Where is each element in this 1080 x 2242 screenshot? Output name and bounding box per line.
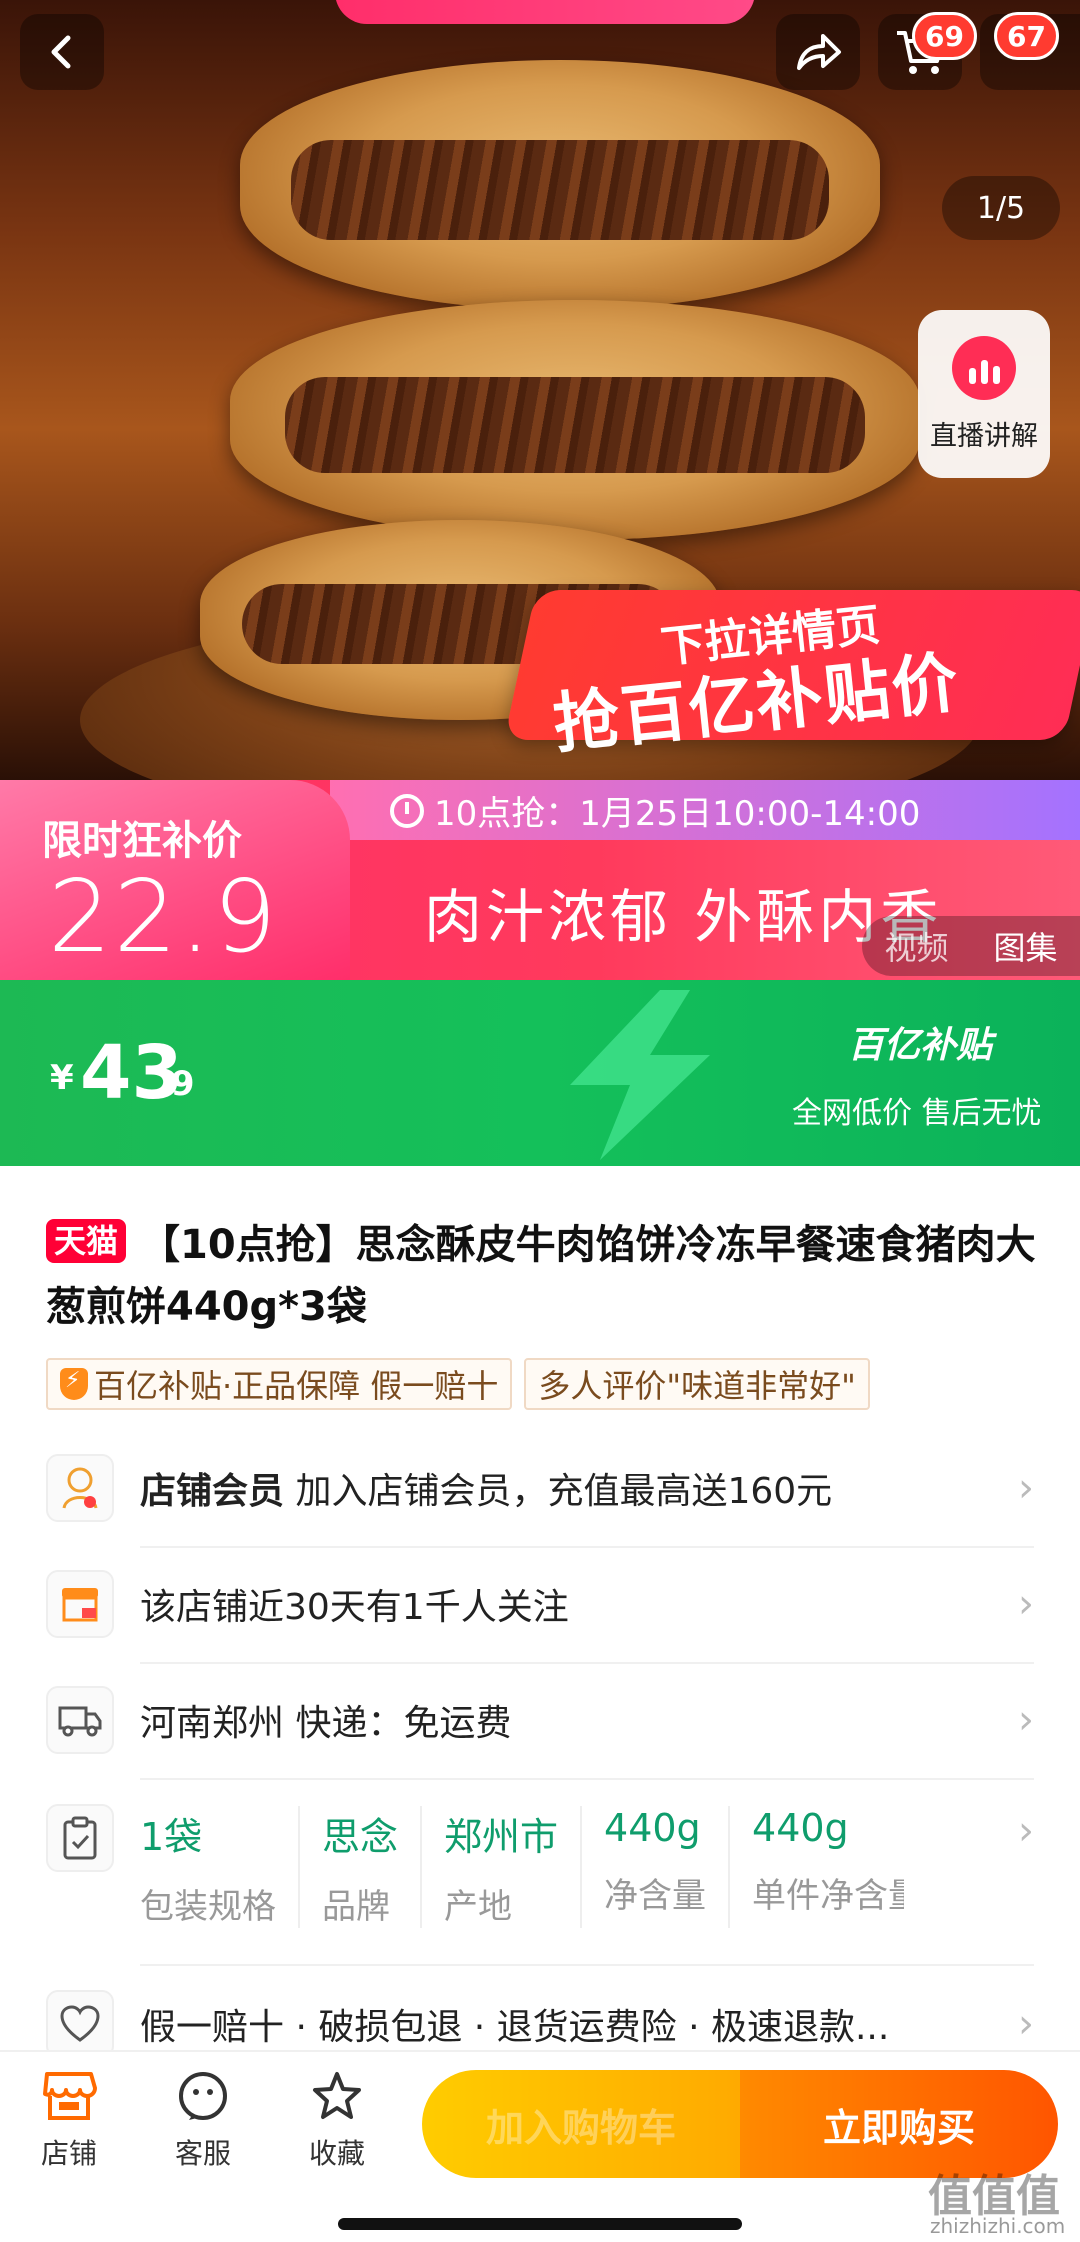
hero-top-banner <box>335 0 755 24</box>
message-count-badge: 67 <box>994 12 1059 60</box>
favorite-label: 收藏 <box>308 2137 365 2170</box>
live-bars-icon <box>952 335 1016 400</box>
shipping-row[interactable]: 河南郑州 快递：免运费 › <box>46 1686 1034 1754</box>
pie-middle <box>230 300 920 540</box>
share-button[interactable] <box>776 14 860 90</box>
lightning-bolt-icon <box>570 990 710 1160</box>
spec-key: 产地 <box>444 1887 513 1927</box>
subsidy-description: 全网低价 售后无忧 <box>792 1096 1042 1131</box>
spec-key: 单件净含量 <box>752 1876 904 1916</box>
spec-item: 郑州市 产地 <box>420 1806 580 1928</box>
product-title: 天猫 【10点抢】思念酥皮牛肉馅饼冷冻早餐速食猪肉大葱煎饼440g*3袋 <box>46 1214 1046 1338</box>
spec-key: 净含量 <box>604 1876 707 1916</box>
product-tags: 百亿补贴·正品保障 假一赔十 多人评价"味道非常好" <box>46 1358 870 1410</box>
promo-time-text: 10点抢：1月25日10:00-14:00 <box>434 794 921 834</box>
spec-value: 思念 <box>322 1815 399 1859</box>
spec-key: 品牌 <box>322 1887 390 1927</box>
clipboard-icon <box>46 1804 114 1872</box>
review-tag[interactable]: 多人评价"味道非常好" <box>524 1358 870 1410</box>
guarantee-text: 假一赔十 · 破损包退 · 退货运费险 · 极速退款... <box>140 2007 890 2048</box>
favorite-button[interactable]: 收藏 <box>282 2070 392 2172</box>
share-icon <box>797 34 841 70</box>
alarm-clock-icon <box>390 793 424 828</box>
membership-label: 店铺会员 <box>140 1471 285 1512</box>
watermark-url: zhizhizhi.com <box>930 2214 1066 2238</box>
currency-symbol: ¥ <box>50 1058 74 1098</box>
divider <box>140 1778 1034 1780</box>
spec-key: 包装规格 <box>140 1887 276 1927</box>
divider <box>140 1964 1034 1966</box>
spec-value: 440g <box>752 1806 849 1850</box>
chevron-right-icon: › <box>1018 1581 1034 1627</box>
product-title-text: 【10点抢】思念酥皮牛肉馅饼冷冻早餐速食猪肉大葱煎饼440g*3袋 <box>46 1222 1036 1330</box>
store-icon <box>46 1570 114 1638</box>
chevron-right-icon: › <box>1018 1697 1034 1743</box>
cart-count-badge: 69 <box>912 12 977 60</box>
spec-item: 思念 品牌 <box>298 1806 420 1928</box>
chevron-right-icon: › <box>1018 2001 1034 2047</box>
tab-gallery[interactable]: 图集 <box>993 923 1057 969</box>
chevron-right-icon: › <box>1018 1465 1034 1511</box>
shop-button[interactable]: 店铺 <box>14 2070 124 2172</box>
member-badge-icon <box>46 1454 114 1522</box>
image-page-indicator: 1/5 <box>942 176 1060 240</box>
spec-value: 1袋 <box>140 1815 203 1859</box>
back-arrow-icon <box>51 35 71 69</box>
pie-top <box>240 60 880 310</box>
live-explain-label: 直播讲解 <box>930 420 1038 452</box>
media-tabs: 视频 图集 <box>862 916 1080 976</box>
spec-item: 440g 净含量 <box>580 1806 728 1928</box>
truck-icon <box>46 1686 114 1754</box>
membership-row[interactable]: 店铺会员 加入店铺会员，充值最高送160元 › <box>46 1454 1034 1522</box>
spec-value: 郑州市 <box>444 1815 559 1859</box>
service-face-icon <box>179 2072 227 2120</box>
membership-text: 加入店铺会员，充值最高送160元 <box>295 1471 833 1512</box>
star-icon <box>313 2072 361 2119</box>
add-to-cart-button[interactable]: 加入购物车 <box>422 2070 740 2178</box>
spec-item: 1袋包装规格 <box>140 1806 298 1928</box>
home-indicator[interactable] <box>338 2218 742 2230</box>
promo-time: 10点抢：1月25日10:00-14:00 <box>390 786 920 835</box>
guarantee-row[interactable]: 假一赔十 · 破损包退 · 退货运费险 · 极速退款... › <box>46 1990 1034 2058</box>
subsidy-logo: 百亿补贴 <box>848 1025 993 1066</box>
divider <box>140 1546 1034 1548</box>
divider <box>140 1662 1034 1664</box>
customer-service-button[interactable]: 客服 <box>148 2070 258 2172</box>
store-followers-text: 该店铺近30天有1千人关注 <box>140 1587 569 1628</box>
spec-list: 1袋包装规格 思念品牌 郑州市产地 440g 净含量 440g 单件净含量 <box>140 1806 960 1928</box>
shield-icon <box>60 1368 88 1400</box>
back-button[interactable] <box>20 14 104 90</box>
guarantee-tag[interactable]: 百亿补贴·正品保障 假一赔十 <box>46 1358 513 1410</box>
flash-price-value: 22.9 <box>48 858 279 975</box>
chevron-right-icon: › <box>1018 1808 1034 1854</box>
tab-video[interactable]: 视频 <box>884 923 948 969</box>
spec-value: 440g <box>604 1806 701 1850</box>
live-explain-button[interactable]: 直播讲解 <box>918 310 1050 478</box>
review-tag-label: 多人评价"味道非常好" <box>538 1367 856 1405</box>
store-followers-row[interactable]: 该店铺近30天有1千人关注 › <box>46 1570 1034 1638</box>
heart-icon <box>46 1990 114 2058</box>
shop-icon <box>43 2072 97 2120</box>
shipping-text: 河南郑州 快递：免运费 <box>140 1703 512 1744</box>
tmall-badge: 天猫 <box>46 1219 127 1263</box>
spec-item: 440g 单件净含量 <box>728 1806 904 1928</box>
shop-label: 店铺 <box>40 2137 97 2170</box>
guarantee-tag-label: 百亿补贴·正品保障 假一赔十 <box>94 1367 499 1405</box>
price-decimal: .9 <box>158 1064 195 1104</box>
service-label: 客服 <box>174 2137 231 2170</box>
